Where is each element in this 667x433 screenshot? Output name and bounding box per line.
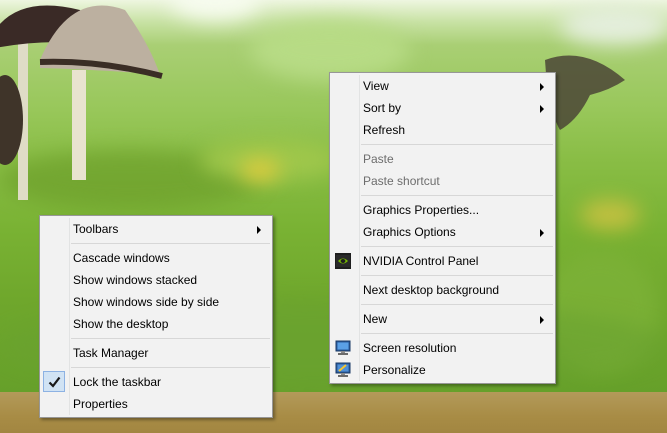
menu-item-lock-the-taskbar[interactable]: Lock the taskbar — [42, 371, 270, 393]
menu-item-label: Refresh — [363, 123, 406, 137]
submenu-arrow-icon — [257, 226, 261, 234]
menu-item-label: Show windows side by side — [73, 295, 220, 309]
menu-item-label: NVIDIA Control Panel — [363, 254, 479, 268]
nvidia-icon — [335, 253, 351, 269]
menu-item-nvidia-control-panel[interactable]: NVIDIA Control Panel — [332, 250, 553, 272]
taskbar-context-menu: Toolbars Cascade windows Show windows st… — [39, 215, 273, 418]
menu-item-label: Paste — [363, 152, 394, 166]
menu-item-label: New — [363, 312, 388, 326]
menu-item-graphics-properties[interactable]: Graphics Properties... — [332, 199, 553, 221]
menu-item-label: View — [363, 79, 389, 93]
personalize-icon — [335, 362, 351, 378]
desktop-context-menu: View Sort by Refresh Paste Paste shortcu… — [329, 72, 556, 384]
menu-separator — [361, 144, 553, 145]
submenu-arrow-icon — [540, 229, 544, 237]
menu-item-show-the-desktop[interactable]: Show the desktop — [42, 313, 270, 335]
menu-separator — [361, 195, 553, 196]
menu-item-view[interactable]: View — [332, 75, 553, 97]
menu-separator — [361, 304, 553, 305]
menu-separator — [361, 333, 553, 334]
checkmark-icon — [43, 371, 65, 392]
menu-item-properties[interactable]: Properties — [42, 393, 270, 415]
menu-separator — [361, 246, 553, 247]
menu-item-personalize[interactable]: Personalize — [332, 359, 553, 381]
menu-item-label: Task Manager — [73, 346, 149, 360]
menu-item-cascade-windows[interactable]: Cascade windows — [42, 247, 270, 269]
menu-item-screen-resolution[interactable]: Screen resolution — [332, 337, 553, 359]
menu-item-paste-shortcut[interactable]: Paste shortcut — [332, 170, 553, 192]
menu-item-label: Properties — [73, 397, 128, 411]
menu-item-paste[interactable]: Paste — [332, 148, 553, 170]
menu-item-show-windows-stacked[interactable]: Show windows stacked — [42, 269, 270, 291]
menu-item-graphics-options[interactable]: Graphics Options — [332, 221, 553, 243]
menu-item-label: Paste shortcut — [363, 174, 440, 188]
menu-item-label: Next desktop background — [363, 283, 500, 297]
menu-separator — [71, 338, 270, 339]
submenu-arrow-icon — [540, 83, 544, 91]
submenu-arrow-icon — [540, 105, 544, 113]
menu-item-label: Cascade windows — [73, 251, 170, 265]
menu-separator — [361, 275, 553, 276]
menu-separator — [71, 243, 270, 244]
menu-item-refresh[interactable]: Refresh — [332, 119, 553, 141]
menu-item-next-desktop-background[interactable]: Next desktop background — [332, 279, 553, 301]
menu-item-label: Show the desktop — [73, 317, 169, 331]
menu-item-label: Lock the taskbar — [73, 375, 162, 389]
submenu-arrow-icon — [540, 316, 544, 324]
menu-item-sort-by[interactable]: Sort by — [332, 97, 553, 119]
menu-item-toolbars[interactable]: Toolbars — [42, 218, 270, 240]
menu-item-label: Graphics Options — [363, 225, 456, 239]
menu-item-show-windows-side-by-side[interactable]: Show windows side by side — [42, 291, 270, 313]
menu-item-label: Show windows stacked — [73, 273, 198, 287]
menu-item-label: Sort by — [363, 101, 402, 115]
menu-item-label: Screen resolution — [363, 341, 457, 355]
menu-item-label: Personalize — [363, 363, 426, 377]
menu-item-label: Toolbars — [73, 222, 119, 236]
menu-item-task-manager[interactable]: Task Manager — [42, 342, 270, 364]
menu-item-new[interactable]: New — [332, 308, 553, 330]
monitor-icon — [335, 340, 351, 356]
menu-separator — [71, 367, 270, 368]
menu-item-label: Graphics Properties... — [363, 203, 480, 217]
